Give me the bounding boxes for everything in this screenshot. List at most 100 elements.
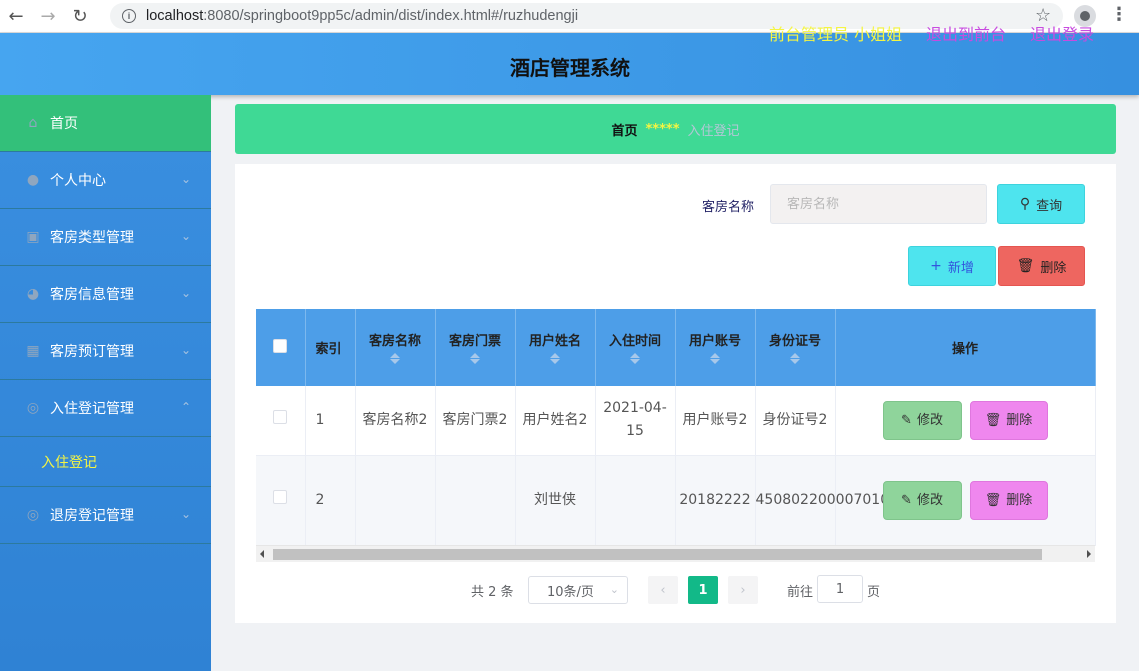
checkin-table: 索引 客房名称 客房门票 用户姓名 入住时间 用户账号 身份证号 操作 1 客房… xyxy=(256,309,1096,546)
column-header-room-name[interactable]: 客房名称 xyxy=(355,309,436,386)
column-header-index: 索引 xyxy=(305,309,356,386)
cell-index: 2 xyxy=(305,455,356,546)
address-bar[interactable]: i localhost:8080/springboot9pp5c/admin/d… xyxy=(110,3,1063,29)
next-page-button[interactable]: › xyxy=(728,576,758,604)
row-checkbox-cell xyxy=(256,455,306,546)
pagination-total: 共 2 条 xyxy=(471,585,514,600)
site-info-icon[interactable]: i xyxy=(122,9,136,23)
column-header-checkin-time[interactable]: 入住时间 xyxy=(595,309,676,386)
cell-user-name: 用户姓名2 xyxy=(515,386,596,456)
cell-account: 20182222 xyxy=(675,455,756,546)
search-input[interactable] xyxy=(770,184,987,224)
cell-room-name xyxy=(355,455,436,546)
sort-caret-icon[interactable] xyxy=(550,353,560,364)
reload-icon[interactable]: ↻ xyxy=(64,0,96,33)
chevron-up-icon: ⌃ xyxy=(180,400,191,414)
delete-button[interactable]: 🗑 删除 xyxy=(969,400,1048,440)
cell-id-card: 身份证号2 xyxy=(755,386,836,456)
row-checkbox[interactable] xyxy=(273,489,288,504)
prev-page-button[interactable]: ‹ xyxy=(648,576,678,604)
breadcrumb-separator: ***** xyxy=(645,121,680,137)
edit-icon: ✎ xyxy=(901,412,912,428)
app-title: 酒店管理系统 xyxy=(510,56,630,80)
sort-caret-icon[interactable] xyxy=(790,353,800,364)
edit-button[interactable]: ✎ 修改 xyxy=(882,480,962,520)
sidebar-item-checkout-management[interactable]: ◎ 退房登记管理 ⌄ xyxy=(0,487,211,544)
cell-checkin-time: 2021-04-15 xyxy=(595,386,676,456)
sidebar-item-room-info[interactable]: ◕ 客房信息管理 ⌄ xyxy=(0,266,211,323)
sort-caret-icon[interactable] xyxy=(470,353,480,364)
sidebar-item-personal-center[interactable]: ● 个人中心 ⌄ xyxy=(0,152,211,209)
logout-link[interactable]: 退出登录 xyxy=(1030,21,1094,45)
plus-icon: + xyxy=(930,258,942,274)
chevron-down-icon: ⌄ xyxy=(180,172,191,186)
sidebar-item-room-booking[interactable]: ▦ 客房预订管理 ⌄ xyxy=(0,323,211,380)
scroll-right-arrow-icon[interactable] xyxy=(1087,550,1091,558)
column-header-account[interactable]: 用户账号 xyxy=(675,309,756,386)
page-suffix-label: 页 xyxy=(867,585,881,600)
current-user-label: 前台管理员 小姐姐 xyxy=(769,25,903,44)
cell-user-name: 刘世侠 xyxy=(515,455,596,546)
forward-arrow-icon[interactable]: → xyxy=(32,0,64,33)
select-all-checkbox[interactable] xyxy=(273,338,288,353)
chevron-down-icon: ⌄ xyxy=(180,343,191,357)
delete-button-label: 删除 xyxy=(1040,260,1067,276)
sidebar-item-checkin-management[interactable]: ◎ 入住登记管理 ⌃ xyxy=(0,380,211,437)
cell-actions: ✎ 修改 🗑 删除 xyxy=(835,386,1096,456)
sidebar-subitem-checkin[interactable]: 入住登记 xyxy=(0,437,211,487)
chart-icon: ▦ xyxy=(26,343,40,359)
add-button-label: 新增 xyxy=(947,260,974,276)
batch-delete-button[interactable]: 🗑 删除 xyxy=(998,246,1085,286)
back-to-front-link[interactable]: 退出到前台 xyxy=(926,21,1006,45)
query-button[interactable]: ⚲ 查询 xyxy=(997,184,1085,224)
trash-icon: 🗑 xyxy=(984,492,1002,508)
goto-label: 前往 xyxy=(787,585,814,600)
cell-room-ticket: 客房门票2 xyxy=(435,386,516,456)
wallet-icon: ▣ xyxy=(26,229,40,245)
back-arrow-icon[interactable]: ← xyxy=(0,0,32,33)
column-header-room-ticket[interactable]: 客房门票 xyxy=(435,309,516,386)
chevron-down-icon: ⌄ xyxy=(609,583,619,596)
chevron-down-icon: ⌄ xyxy=(180,507,191,521)
goto-page-input[interactable] xyxy=(817,575,863,603)
add-button[interactable]: + 新增 xyxy=(908,246,996,286)
sidebar-item-label: 退房登记管理 xyxy=(50,508,134,524)
breadcrumb-current: 入住登记 xyxy=(687,123,740,139)
trash-icon: 🗑 xyxy=(1016,258,1035,274)
breadcrumb: 首页 ***** 入住登记 xyxy=(235,104,1116,154)
column-header-user-name[interactable]: 用户姓名 xyxy=(515,309,596,386)
edit-button[interactable]: ✎ 修改 xyxy=(882,400,962,440)
table-horizontal-scrollbar[interactable] xyxy=(256,545,1095,562)
sidebar-item-label: 个人中心 xyxy=(50,173,106,189)
chevron-left-icon: ‹ xyxy=(660,582,666,598)
sort-caret-icon[interactable] xyxy=(390,353,400,364)
page-size-select[interactable]: 10条/页 ⌄ xyxy=(528,576,628,604)
sidebar-item-home[interactable]: ⌂ 首页 xyxy=(0,95,211,152)
url-host: localhost xyxy=(146,8,204,24)
gauge-icon: ◕ xyxy=(26,286,40,302)
breadcrumb-home[interactable]: 首页 xyxy=(611,120,637,139)
cell-account: 用户账号2 xyxy=(675,386,756,456)
sort-caret-icon[interactable] xyxy=(630,353,640,364)
column-header-actions: 操作 xyxy=(835,309,1096,386)
cell-index: 1 xyxy=(305,386,356,456)
trash-icon: 🗑 xyxy=(984,412,1002,428)
page-number-current[interactable]: 1 xyxy=(688,576,718,604)
delete-button[interactable]: 🗑 删除 xyxy=(969,480,1048,520)
scrollbar-thumb[interactable] xyxy=(273,549,1042,560)
edit-icon: ✎ xyxy=(901,492,912,508)
table-row: 1 客房名称2 客房门票2 用户姓名2 2021-04-15 用户账号2 身份证… xyxy=(256,386,1096,456)
scroll-left-arrow-icon[interactable] xyxy=(260,550,264,558)
sidebar: ⌂ 首页 ● 个人中心 ⌄ ▣ 客房类型管理 ⌄ ◕ 客房信息管理 ⌄ ▦ 客房… xyxy=(0,95,211,671)
target-icon: ◎ xyxy=(26,400,40,416)
row-checkbox-cell xyxy=(256,386,306,456)
sort-caret-icon[interactable] xyxy=(710,353,720,364)
cell-id-card: 450802200007010313 xyxy=(755,455,916,546)
home-icon: ⌂ xyxy=(28,115,38,131)
row-checkbox[interactable] xyxy=(273,409,288,424)
browser-menu-icon[interactable]: ⋮ xyxy=(1110,4,1128,25)
url-path: :8080/springboot9pp5c/admin/dist/index.h… xyxy=(203,8,579,24)
column-header-id-card[interactable]: 身份证号 xyxy=(755,309,836,386)
sidebar-item-room-type[interactable]: ▣ 客房类型管理 ⌄ xyxy=(0,209,211,266)
query-button-label: 查询 xyxy=(1036,198,1063,214)
